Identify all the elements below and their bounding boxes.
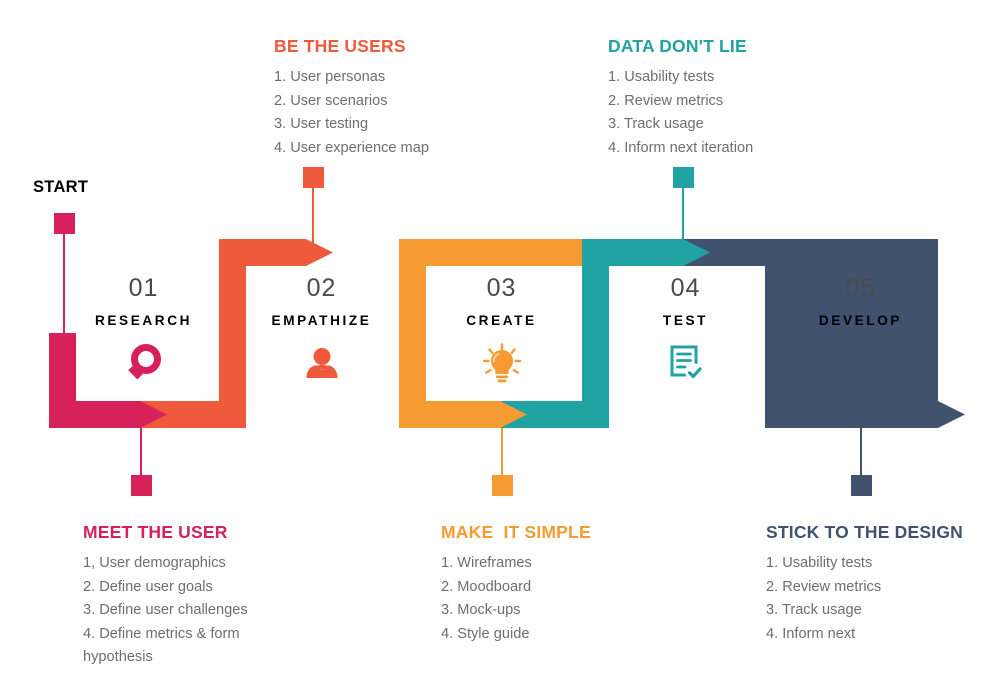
callout-title-data-dont-lie: DATA DON'T LIE — [608, 36, 747, 56]
callout-list-meet-the-user: 1, User demographics 2. Define user goal… — [83, 552, 333, 670]
callout-title-make-it-simple: MAKE IT SIMPLE — [441, 522, 591, 542]
band-segment-develop-riser — [765, 239, 792, 428]
list-item: 4. Inform next iteration — [608, 139, 754, 156]
list-item: 1. User personas — [274, 69, 386, 85]
step-number-05: 05 — [845, 274, 876, 302]
list-item: 4. Style guide — [441, 625, 530, 642]
list-item: 1. Usability tests — [766, 555, 873, 571]
callout-make-it-simple: MAKE IT SIMPLE 1. Wireframes 2. Moodboar… — [441, 522, 681, 646]
list-item: 3. Define user challenges — [83, 602, 248, 618]
step-name-empathize: EMPATHIZE — [271, 313, 372, 328]
connector-node-data-dont-lie — [673, 167, 694, 188]
list-item: 4. Inform next — [766, 625, 856, 642]
step-block-test: 04 TEST — [628, 276, 743, 386]
list-item: 2. Review metrics — [608, 92, 724, 109]
step-name-create: CREATE — [466, 313, 537, 328]
band-segment-develop-arrow — [765, 401, 965, 428]
callout-stick-to-the-design: STICK TO THE DESIGN 1. Usability tests 2… — [766, 522, 995, 646]
band-segment-create-riser — [399, 239, 426, 428]
list-item: 2. Define user goals — [83, 578, 213, 595]
list-item: 1. Usability tests — [608, 69, 715, 85]
step-block-create: 03 CREATE — [444, 276, 559, 386]
list-item: 2. Review metrics — [766, 578, 882, 595]
start-label: START — [33, 178, 89, 196]
connector-node-make-it-simple — [492, 475, 513, 496]
step-number-01: 01 — [128, 274, 159, 302]
callout-list-be-the-users: 1. User personas 2. User scenarios 3. Us… — [274, 66, 504, 160]
list-item: 3. Track usage — [608, 116, 704, 132]
step-number-04: 04 — [670, 274, 701, 302]
step-number-02: 02 — [306, 274, 337, 302]
callout-list-stick-to-the-design: 1. Usability tests 2. Review metrics 3. … — [766, 552, 995, 646]
lightbulb-icon — [444, 342, 559, 386]
list-item: 2. User scenarios — [274, 92, 388, 109]
person-icon — [264, 342, 379, 386]
list-item: 4. Define metrics & form hypothesis — [83, 625, 240, 666]
band-segment-empathize-riser — [219, 239, 246, 428]
callout-list-data-dont-lie: 1. Usability tests 2. Review metrics 3. … — [608, 66, 838, 160]
band-segment-test-riser — [582, 239, 609, 428]
connector-node-stick-to-the-design — [851, 475, 872, 496]
checklist-icon — [628, 342, 743, 386]
list-item: 1, User demographics — [83, 555, 226, 571]
connector-node-start — [54, 213, 75, 234]
infographic-canvas: START 01 RESEARCH 02 EMPATHIZE 03 CREATE — [0, 0, 995, 699]
bar-chart-icon — [803, 342, 918, 386]
callout-title-meet-the-user: MEET THE USER — [83, 522, 228, 542]
step-block-research: 01 RESEARCH — [86, 276, 201, 386]
list-item: 1. Wireframes — [441, 555, 532, 571]
callout-title-stick-to-the-design: STICK TO THE DESIGN — [766, 522, 963, 542]
step-name-develop: DEVELOP — [818, 313, 903, 328]
step-number-03: 03 — [486, 274, 517, 302]
step-block-develop: 05 DEVELOP — [803, 276, 918, 386]
list-item: 2. Moodboard — [441, 578, 532, 595]
step-name-research: RESEARCH — [94, 313, 193, 328]
band-segment-create-upper — [399, 239, 582, 266]
connector-node-meet-the-user — [131, 475, 152, 496]
step-block-empathize: 02 EMPATHIZE — [264, 276, 379, 386]
callout-be-the-users: BE THE USERS 1. User personas 2. User sc… — [274, 36, 504, 160]
callout-title-be-the-users: BE THE USERS — [274, 36, 406, 56]
connector-node-be-the-users — [303, 167, 324, 188]
list-item: 3. Mock-ups — [441, 602, 521, 618]
step-name-test: TEST — [662, 313, 709, 328]
list-item: 3. Track usage — [766, 602, 862, 618]
list-item: 3. User testing — [274, 116, 369, 132]
callout-meet-the-user: MEET THE USER 1, User demographics 2. De… — [83, 522, 333, 670]
callout-list-make-it-simple: 1. Wireframes 2. Moodboard 3. Mock-ups 4… — [441, 552, 681, 646]
list-item: 4. User experience map — [274, 139, 429, 156]
callout-data-dont-lie: DATA DON'T LIE 1. Usability tests 2. Rev… — [608, 36, 838, 160]
magnifier-icon — [86, 342, 201, 386]
